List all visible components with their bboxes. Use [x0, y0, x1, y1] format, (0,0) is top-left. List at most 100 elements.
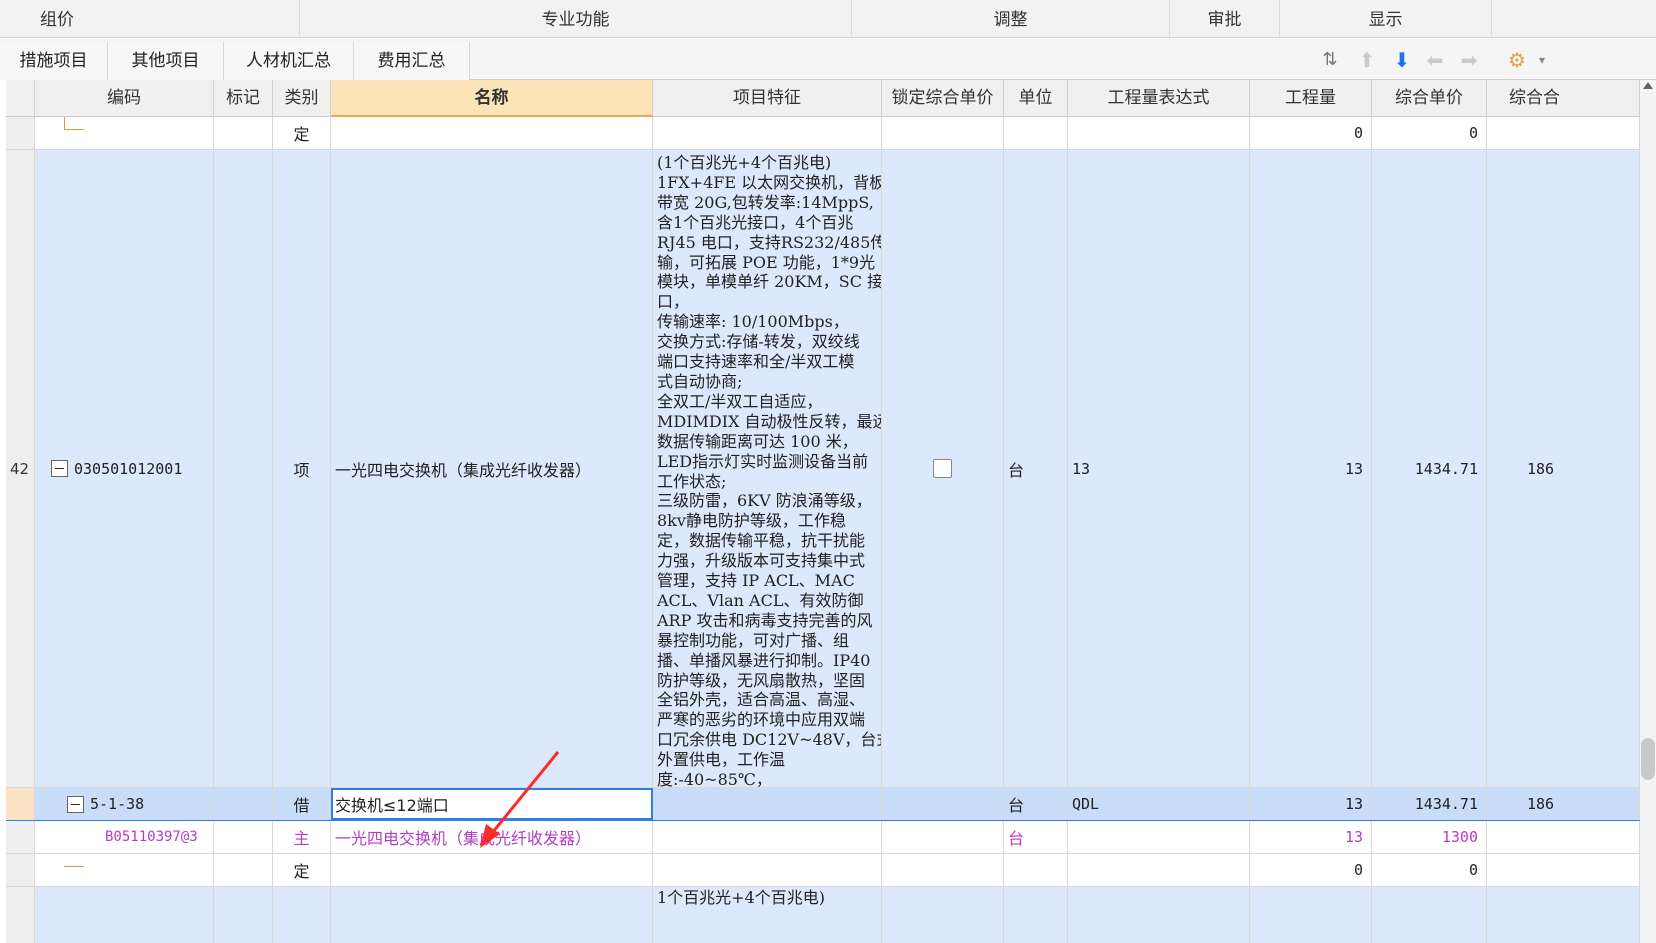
mark-cell[interactable] [214, 854, 273, 886]
name-edit-input[interactable]: 交换机≤12端口 [331, 788, 653, 820]
code-cell[interactable] [35, 117, 214, 149]
table-row-42[interactable]: 42 030501012001 项 一光四电交换机（集成光纤收发器） (1个百兆… [6, 150, 1640, 788]
total-cell[interactable] [1487, 854, 1640, 886]
category-cell[interactable]: 定 [273, 854, 331, 886]
settings-icon[interactable]: ⚙ [1505, 48, 1529, 72]
lock-price-cell[interactable] [882, 887, 1004, 943]
unit-price-cell[interactable]: 0 [1372, 117, 1487, 149]
lock-price-checkbox[interactable] [933, 459, 952, 478]
quantity-cell[interactable]: 0 [1250, 854, 1372, 886]
mark-cell[interactable] [214, 887, 273, 943]
lock-price-cell[interactable] [882, 117, 1004, 149]
unit-price-cell[interactable]: 1434.71 [1372, 150, 1487, 787]
arrow-down-icon[interactable]: ⬇ [1390, 48, 1414, 72]
unit-price-cell[interactable]: 1300 [1372, 821, 1487, 853]
lock-price-cell[interactable] [882, 854, 1004, 886]
unit-cell[interactable]: 台 [1004, 821, 1068, 853]
table-row-partial[interactable]: 1个百兆光+4个百兆电) [6, 887, 1640, 943]
features-cell[interactable] [653, 854, 882, 886]
lock-price-cell[interactable] [882, 150, 1004, 787]
header-qty-expr[interactable]: 工程量表达式 [1068, 80, 1250, 117]
code-cell[interactable]: B05110397@3 [35, 821, 214, 853]
quantity-cell[interactable]: 13 [1250, 821, 1372, 853]
header-name[interactable]: 名称 [331, 80, 653, 117]
unit-price-cell[interactable] [1372, 887, 1487, 943]
ribbon-group-professional[interactable]: 专业功能 [300, 0, 852, 38]
vertical-scrollbar[interactable] [1640, 80, 1656, 943]
unit-cell[interactable] [1004, 854, 1068, 886]
tab-labor-material-summary[interactable]: 人材机汇总 [224, 42, 354, 80]
ribbon-group-display[interactable]: 显示 [1280, 0, 1492, 38]
scroll-up-icon[interactable] [1643, 82, 1653, 89]
quantity-cell[interactable]: 13 [1250, 788, 1372, 820]
name-cell[interactable]: 一光四电交换机（集成光纤收发器） [331, 150, 653, 787]
ribbon-group-approve[interactable]: 审批 [1170, 0, 1280, 38]
features-cell[interactable]: (1个百兆光+4个百兆电) 1FX+4FE 以太网交换机，背板 带宽 20G,包转发… [653, 150, 882, 787]
header-features[interactable]: 项目特征 [653, 80, 882, 117]
sort-icon[interactable]: ⇅ [1318, 48, 1342, 72]
header-category[interactable]: 类别 [273, 80, 331, 117]
tab-other-items[interactable]: 其他项目 [108, 42, 224, 80]
header-unit-price[interactable]: 综合单价 [1372, 80, 1487, 117]
header-code[interactable]: 编码 [35, 80, 214, 117]
tab-cost-summary[interactable]: 费用汇总 [354, 42, 470, 80]
category-cell[interactable]: 项 [273, 150, 331, 787]
header-total[interactable]: 综合合 [1487, 80, 1640, 117]
qty-expr-cell[interactable] [1068, 887, 1250, 943]
collapse-icon[interactable] [51, 460, 68, 477]
table-row[interactable]: 定 0 0 [6, 117, 1640, 150]
header-quantity[interactable]: 工程量 [1250, 80, 1372, 117]
mark-cell[interactable] [214, 788, 273, 820]
arrow-up-icon[interactable]: ⬆ [1355, 48, 1379, 72]
chevron-down-icon[interactable]: ▾ [1530, 48, 1554, 72]
unit-price-cell[interactable]: 1434.71 [1372, 788, 1487, 820]
lock-price-cell[interactable] [882, 821, 1004, 853]
code-cell[interactable] [35, 887, 214, 943]
qty-expr-cell[interactable] [1068, 854, 1250, 886]
total-cell[interactable]: 186 [1487, 150, 1640, 787]
quantity-cell[interactable]: 13 [1250, 150, 1372, 787]
category-cell[interactable]: 借 [273, 788, 331, 820]
code-cell[interactable]: 5-1-38 [35, 788, 214, 820]
code-cell[interactable]: 030501012001 [35, 150, 214, 787]
mark-cell[interactable] [214, 150, 273, 787]
tab-measures[interactable]: 措施项目 [0, 42, 108, 80]
total-cell[interactable] [1487, 887, 1640, 943]
table-row-selected[interactable]: 5-1-38 借 交换机≤12端口 台 QDL 13 1434.71 186 [6, 788, 1640, 821]
table-row[interactable]: 定 0 0 [6, 854, 1640, 887]
header-unit[interactable]: 单位 [1004, 80, 1068, 117]
total-cell[interactable]: 186 [1487, 788, 1640, 820]
features-cell[interactable] [653, 821, 882, 853]
qty-expr-cell[interactable]: QDL [1068, 788, 1250, 820]
qty-expr-cell[interactable] [1068, 821, 1250, 853]
quantity-cell[interactable]: 0 [1250, 117, 1372, 149]
unit-cell[interactable]: 台 [1004, 788, 1068, 820]
name-cell[interactable] [331, 854, 653, 886]
header-mark[interactable]: 标记 [214, 80, 273, 117]
features-cell[interactable]: 1个百兆光+4个百兆电) [653, 887, 882, 943]
features-cell[interactable] [653, 788, 882, 820]
unit-cell[interactable] [1004, 117, 1068, 149]
collapse-icon[interactable] [67, 795, 84, 813]
name-cell[interactable] [331, 887, 653, 943]
code-cell[interactable] [35, 854, 214, 886]
category-cell[interactable]: 主 [273, 821, 331, 853]
unit-cell[interactable] [1004, 887, 1068, 943]
name-cell[interactable] [331, 117, 653, 149]
quantity-cell[interactable] [1250, 887, 1372, 943]
unit-price-cell[interactable]: 0 [1372, 854, 1487, 886]
ribbon-group-adjust[interactable]: 调整 [852, 0, 1170, 38]
header-lock-price[interactable]: 锁定综合单价 [882, 80, 1004, 117]
category-cell[interactable] [273, 887, 331, 943]
mark-cell[interactable] [214, 117, 273, 149]
ribbon-group-pricing[interactable]: 组价 [0, 0, 300, 38]
arrow-right-icon[interactable]: ➡ [1457, 48, 1481, 72]
features-cell[interactable] [653, 117, 882, 149]
category-cell[interactable]: 定 [273, 117, 331, 149]
mark-cell[interactable] [214, 821, 273, 853]
total-cell[interactable] [1487, 117, 1640, 149]
qty-expr-cell[interactable] [1068, 117, 1250, 149]
qty-expr-cell[interactable]: 13 [1068, 150, 1250, 787]
table-row-main-material[interactable]: B05110397@3 主 一光四电交换机（集成光纤收发器） 台 13 1300 [6, 821, 1640, 854]
lock-price-cell[interactable] [882, 788, 1004, 820]
